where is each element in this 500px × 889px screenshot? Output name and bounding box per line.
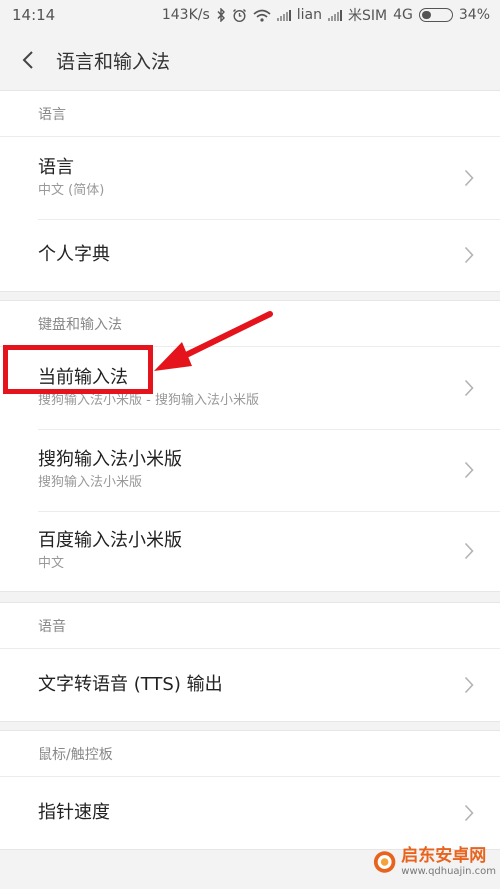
row-title: 搜狗输入法小米版 bbox=[38, 449, 182, 470]
carrier-2: 米SIM bbox=[348, 8, 388, 24]
signal-icon bbox=[328, 9, 342, 21]
settings-row-current-input-method[interactable]: 当前输入法 搜狗输入法小米版 - 搜狗输入法小米版 bbox=[0, 347, 500, 429]
watermark-url: www.qdhuajin.com bbox=[401, 866, 496, 877]
status-right: 143K/s lian 米SIM 4G 34% bbox=[162, 5, 490, 25]
battery-icon bbox=[418, 8, 453, 22]
settings-row-sogou-input[interactable]: 搜狗输入法小米版 搜狗输入法小米版 bbox=[0, 429, 500, 511]
row-title: 当前输入法 bbox=[38, 367, 128, 388]
settings-row-baidu-input[interactable]: 百度输入法小米版 中文 bbox=[0, 511, 500, 591]
section-pointer: 鼠标/触控板 指针速度 bbox=[0, 730, 500, 850]
row-title: 语言 bbox=[38, 157, 74, 178]
chevron-right-icon bbox=[464, 542, 474, 560]
chevron-right-icon bbox=[464, 246, 474, 264]
status-bar: 14:14 143K/s lian 米SIM 4G 34% bbox=[0, 0, 500, 30]
chevron-left-icon bbox=[22, 51, 33, 69]
settings-row-personal-dictionary[interactable]: 个人字典 bbox=[0, 219, 500, 291]
title-bar: 语言和输入法 bbox=[0, 30, 500, 90]
watermark-name: 启东安卓网 bbox=[401, 846, 487, 866]
row-subtitle: 中文 bbox=[38, 556, 65, 571]
bluetooth-icon bbox=[217, 8, 225, 22]
wifi-icon bbox=[253, 9, 271, 22]
settings-row-language[interactable]: 语言 中文 (简体) bbox=[0, 137, 500, 219]
chevron-right-icon bbox=[464, 804, 474, 822]
section-header-pointer: 鼠标/触控板 bbox=[0, 731, 500, 777]
watermark-logo-icon bbox=[373, 851, 396, 873]
section-speech: 语音 文字转语音 (TTS) 输出 bbox=[0, 602, 500, 722]
chevron-right-icon bbox=[464, 169, 474, 187]
alarm-clock-icon bbox=[232, 8, 246, 22]
row-subtitle: 中文 (简体) bbox=[38, 183, 105, 198]
section-header-language: 语言 bbox=[0, 91, 500, 137]
battery-fill bbox=[421, 11, 431, 19]
row-title: 百度输入法小米版 bbox=[38, 530, 182, 551]
row-subtitle: 搜狗输入法小米版 - 搜狗输入法小米版 bbox=[38, 393, 259, 408]
page-title: 语言和输入法 bbox=[56, 50, 171, 73]
section-header-keyboard: 键盘和输入法 bbox=[0, 301, 500, 347]
network-speed: 143K/s bbox=[161, 7, 210, 23]
chevron-right-icon bbox=[464, 676, 474, 694]
section-header-speech: 语音 bbox=[0, 603, 500, 649]
back-button[interactable] bbox=[0, 30, 56, 90]
row-subtitle: 搜狗输入法小米版 bbox=[38, 475, 143, 490]
chevron-right-icon bbox=[464, 461, 474, 479]
watermark: 启东安卓网 www.qdhuajin.com bbox=[372, 839, 496, 885]
status-time: 14:14 bbox=[12, 6, 56, 24]
signal-icon bbox=[276, 9, 291, 21]
section-language: 语言 语言 中文 (简体) 个人字典 bbox=[0, 90, 500, 292]
watermark-text: 启东安卓网 www.qdhuajin.com bbox=[401, 846, 496, 878]
row-title: 个人字典 bbox=[38, 244, 110, 265]
battery-percent: 34% bbox=[458, 7, 490, 23]
row-title: 文字转语音 (TTS) 输出 bbox=[38, 674, 223, 695]
chevron-right-icon bbox=[464, 379, 474, 397]
network-type: 4G bbox=[393, 7, 413, 23]
carrier-1: lian bbox=[296, 7, 322, 23]
settings-row-tts-output[interactable]: 文字转语音 (TTS) 输出 bbox=[0, 649, 500, 721]
row-title: 指针速度 bbox=[38, 802, 110, 823]
section-keyboard: 键盘和输入法 当前输入法 搜狗输入法小米版 - 搜狗输入法小米版 搜狗输入法小米… bbox=[0, 300, 500, 592]
